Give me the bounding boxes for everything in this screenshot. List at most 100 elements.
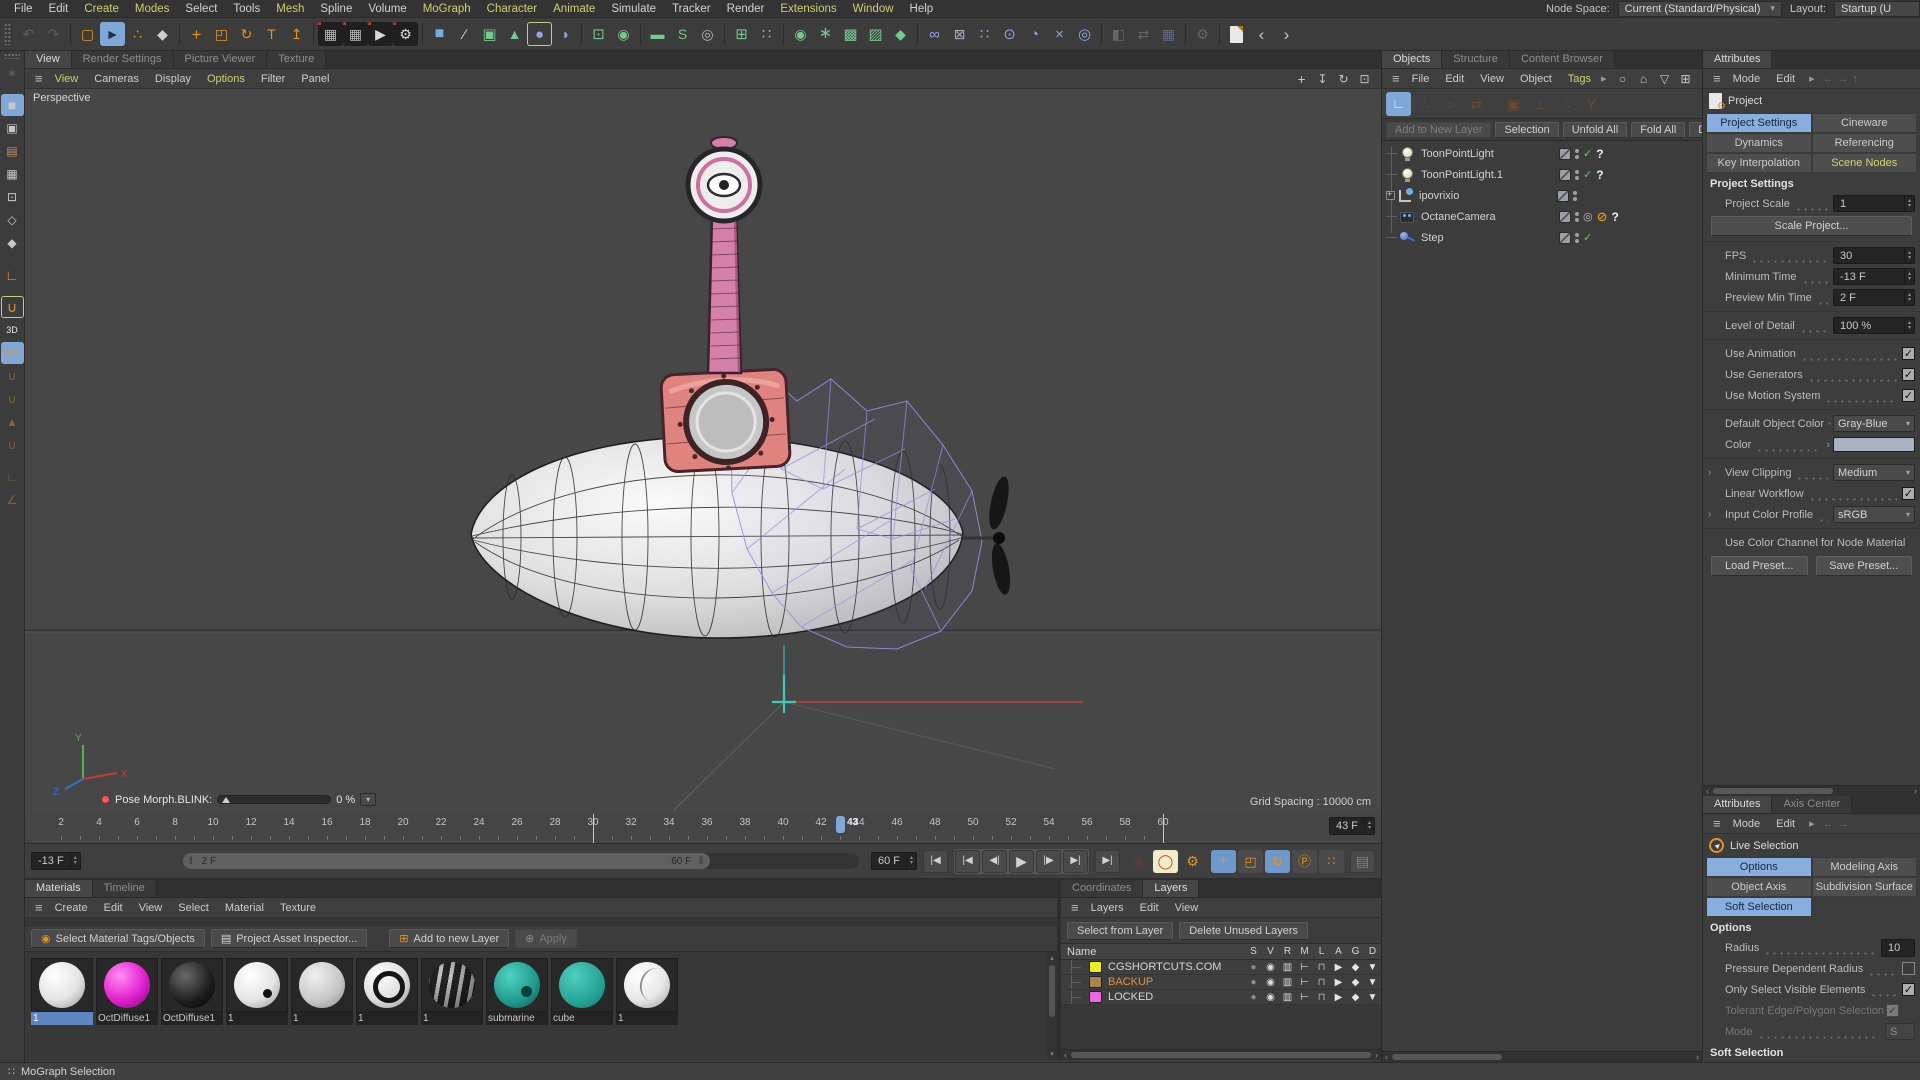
tab-button-modeling-axis[interactable]: Modeling Axis (1811, 857, 1917, 877)
layer-chip[interactable] (1559, 231, 1571, 244)
tab-view[interactable]: View (25, 51, 72, 68)
apply-button[interactable]: ⊕ Apply (515, 929, 577, 948)
team-render-icon[interactable]: ⚙ (1190, 22, 1215, 46)
snap-3d-icon[interactable]: 3D (1, 319, 24, 341)
material-item[interactable]: 1 (616, 958, 678, 1060)
stepper-icon[interactable]: ▴ ▾ (1903, 318, 1914, 333)
polygon-pen-icon[interactable]: ◆ (150, 22, 175, 46)
layer-color-swatch[interactable] (1089, 961, 1102, 973)
character-icon[interactable]: ◉ (611, 22, 636, 46)
generators-icon[interactable]: ◆ (1347, 962, 1364, 973)
layer-color-swatch[interactable] (1089, 991, 1102, 1003)
menu-file[interactable]: File (1404, 73, 1438, 85)
solo-icon[interactable]: ● (1245, 992, 1262, 1003)
menu-layers[interactable]: Layers (1083, 902, 1132, 914)
menu-spline[interactable]: Spline (312, 3, 360, 15)
question-tag-icon[interactable]: ? (1612, 210, 1619, 224)
menu-view[interactable]: View (1167, 902, 1207, 914)
slider-handle-icon[interactable] (222, 797, 231, 803)
tab-button-referencing[interactable]: Referencing (1811, 133, 1917, 153)
particles-icon[interactable]: ∗ (813, 22, 838, 46)
object-name[interactable]: ipovrixio (1419, 190, 1557, 202)
tool-history-icon[interactable]: ∗ (1, 62, 24, 84)
stepper-icon[interactable]: ▴ ▾ (69, 853, 80, 869)
visibility-icon[interactable]: ◉ (1262, 992, 1279, 1003)
octane-tag-icon[interactable]: ⊘ (1597, 210, 1608, 223)
select-from-layer-button[interactable]: Select from Layer (1067, 921, 1174, 940)
new-scene-icon[interactable] (1224, 22, 1249, 46)
attributes-scrollbar[interactable]: ‹ › (1703, 785, 1920, 796)
om-filter-icon[interactable]: ▽ (1654, 70, 1675, 88)
lock-icon[interactable]: ⊓ (1313, 977, 1330, 988)
pose-morph-record-icon[interactable] (101, 795, 110, 804)
tab-structure[interactable]: Structure (1442, 51, 1510, 68)
autokeying-icon[interactable]: ◯ (1153, 849, 1178, 873)
object-row[interactable]: ToonPointLight.1 ✓? (1382, 164, 1702, 185)
om-y-joint-icon[interactable]: Y (1579, 92, 1604, 116)
menu-display[interactable]: Display (147, 73, 199, 85)
menu-view[interactable]: View (47, 73, 87, 85)
snap-polygon-icon[interactable]: ∪ (1, 434, 24, 456)
min-time-field[interactable]: -13 F ▴ ▾ (31, 852, 81, 870)
null-object-axis[interactable] (772, 645, 796, 713)
material-item[interactable]: submarine (486, 958, 548, 1060)
fps-field[interactable]: 30 ▴ ▾ (1833, 247, 1915, 264)
visibility-dots-icon[interactable] (1575, 148, 1579, 159)
menu-simulate[interactable]: Simulate (603, 3, 664, 15)
undo-icon[interactable]: ↶ (16, 22, 41, 46)
asset-capsule-icon[interactable]: ⊡ (586, 22, 611, 46)
render-icon[interactable]: ▥ (1279, 962, 1296, 973)
hamburger-icon[interactable]: ≡ (1388, 71, 1404, 86)
tab-render-settings[interactable]: Render Settings (71, 51, 174, 68)
material-item[interactable]: 1 (226, 958, 288, 1060)
default-object-color-select[interactable]: Gray-Blue ▾ (1833, 415, 1915, 432)
view-clipping-select[interactable]: Medium ▾ (1833, 464, 1915, 481)
prev-frame-button[interactable]: ◀| (982, 849, 1007, 873)
subdivision-surface-icon[interactable]: ▣ (477, 22, 502, 46)
om-path-icon[interactable]: ⌂ (1633, 70, 1654, 88)
nav-forward-icon[interactable]: › (1274, 22, 1299, 46)
question-tag-icon[interactable]: ? (1596, 147, 1603, 161)
om-character-icon[interactable]: ⊥ (1527, 92, 1552, 116)
load-preset-button[interactable]: Load Preset... (1711, 556, 1808, 576)
spline-arc-icon[interactable]: S (670, 22, 695, 46)
deformers-icon[interactable]: ▼ (1364, 992, 1381, 1003)
linear-workflow-checkbox[interactable]: ✓ (1902, 487, 1915, 500)
layer-name[interactable]: LOCKED (1108, 991, 1245, 1003)
render-icon[interactable]: ▥ (1279, 992, 1296, 1003)
menu-mograph[interactable]: MoGraph (415, 3, 479, 15)
tab-timeline[interactable]: Timeline (92, 880, 157, 897)
hamburger-icon[interactable]: ≡ (31, 900, 47, 915)
layers-scrollbar[interactable]: ‹ › (1061, 1049, 1381, 1060)
preview-range-bar[interactable]: ‖ 2 F 60 F ‖ (182, 853, 711, 869)
only-visible-checkbox[interactable]: ✓ (1902, 983, 1915, 996)
snap-vertex-icon[interactable]: ∪ (1, 388, 24, 410)
menu-extensions[interactable]: Extensions (772, 3, 844, 15)
menu-tools[interactable]: Tools (225, 3, 268, 15)
play-button[interactable]: ▶ (1009, 849, 1034, 873)
live-selection-icon[interactable]: ► (100, 22, 125, 46)
timeline-ruler[interactable]: 2468101214161820222426283032343638404244… (25, 814, 1381, 844)
menu-overflow-icon[interactable]: ▸ (1601, 72, 1607, 85)
volume-mesher-icon[interactable]: ◑ (552, 22, 577, 46)
add-to-new-layer-button[interactable]: Add to New Layer (1386, 121, 1492, 138)
object-mode-icon[interactable]: ▣ (1, 117, 24, 139)
visibility-dots-icon[interactable] (1575, 232, 1579, 243)
visibility-dots-icon[interactable] (1575, 169, 1579, 180)
object-row[interactable]: ToonPointLight ✓? (1382, 143, 1702, 164)
tweak-select-icon[interactable]: ∴ (125, 22, 150, 46)
material-item[interactable]: 1 (356, 958, 418, 1060)
tab-objects[interactable]: Objects (1382, 51, 1443, 68)
object-name[interactable]: OctaneCamera (1421, 211, 1559, 223)
viewport-dolly-icon[interactable]: ↧ (1312, 70, 1333, 88)
menu-animate[interactable]: Animate (545, 3, 603, 15)
tab-attributes[interactable]: Attributes (1703, 796, 1773, 813)
coordinate-system-icon[interactable]: ↥ (284, 22, 309, 46)
menu-edit[interactable]: Edit (1132, 902, 1167, 914)
manager-icon[interactable]: ⊢ (1296, 977, 1313, 988)
nav-back-icon[interactable]: ‹ (1249, 22, 1274, 46)
viewport[interactable]: Y X Z Perspective Grid Spacing : 10000 c… (25, 89, 1381, 814)
periscope[interactable] (685, 136, 763, 375)
camera-label[interactable]: Perspective (33, 92, 90, 104)
goto-prev-key-button[interactable]: |◀ (955, 849, 980, 873)
